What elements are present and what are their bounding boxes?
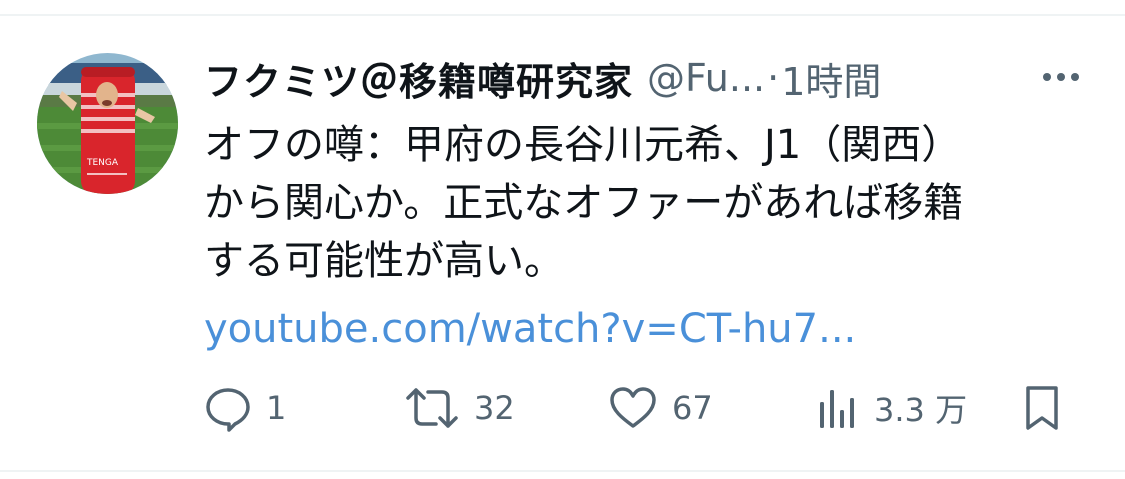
- retweet-count: 32: [474, 389, 515, 427]
- reply-button[interactable]: 1: [204, 383, 286, 433]
- bookmark-icon: [1026, 386, 1058, 430]
- like-icon: [610, 387, 656, 428]
- display-name[interactable]: フクミツ＠移籍噂研究家: [204, 51, 633, 106]
- bottom-divider: [0, 470, 1125, 472]
- retweet-icon: [406, 388, 458, 428]
- tweet-link[interactable]: youtube.com/watch?v=CT-hu7...: [204, 300, 856, 358]
- user-handle[interactable]: @Fu...: [647, 56, 765, 100]
- tweet-header: フクミツ＠移籍噂研究家 @Fu... · 1時間: [204, 48, 1044, 108]
- avatar[interactable]: TENGA: [37, 53, 178, 194]
- tweet-text-line: から関心か。正式なオファーがあれば移籍: [204, 180, 964, 226]
- views-count: 3.3 万: [874, 391, 968, 429]
- bookmark-button[interactable]: [1020, 383, 1064, 433]
- tweet-text-line: オフの噂：甲府の長谷川元希、J1（関西）: [204, 122, 962, 168]
- tweet-text: オフの噂：甲府の長谷川元希、J1（関西） から関心か。正式なオファーがあれば移籍…: [204, 116, 1084, 290]
- top-divider: [0, 14, 1125, 16]
- views-icon: [820, 390, 854, 428]
- like-count: 67: [672, 389, 713, 427]
- avatar-image: TENGA: [37, 53, 178, 194]
- retweet-button[interactable]: 32: [404, 383, 515, 433]
- views-button[interactable]: 3.3 万: [816, 383, 967, 433]
- timestamp[interactable]: 1時間: [781, 51, 881, 106]
- reply-count: 1: [266, 389, 287, 427]
- reply-icon: [206, 388, 250, 432]
- avatar-product-text: TENGA: [86, 158, 119, 168]
- separator-dot: ·: [767, 56, 780, 100]
- more-icon[interactable]: [1036, 62, 1086, 92]
- action-bar: 1 32 67 3.3 万: [204, 383, 1074, 433]
- tweet-text-line: する可能性が高い。: [204, 238, 564, 284]
- like-button[interactable]: 67: [608, 383, 713, 433]
